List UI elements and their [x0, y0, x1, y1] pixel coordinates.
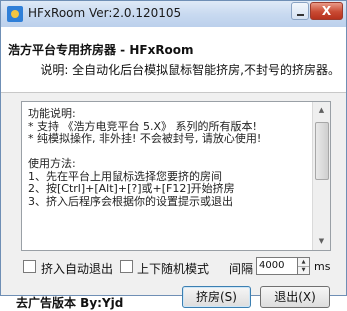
auto-exit-checkbox[interactable]	[23, 260, 36, 273]
interval-unit-label: ms	[314, 260, 331, 273]
info-text-line: * 纯模拟操作, 非外挂! 不会被封号, 请放心使用!	[28, 132, 262, 145]
info-text-line: 功能说明:	[28, 107, 76, 120]
header-title: 浩方平台专用挤房器 - HFxRoom	[8, 43, 194, 57]
info-text: 功能说明: * 支持 《浩方电竞平台 5.X》 系列的所有版本! * 纯模拟操作, …	[28, 107, 310, 208]
scroll-up-arrow-icon[interactable]: ▲	[313, 102, 330, 119]
info-text-line: 使用方法:	[28, 157, 76, 170]
exit-button[interactable]: 退出(X)	[260, 286, 330, 308]
squeeze-room-button[interactable]: 挤房(S)	[182, 286, 251, 308]
app-window: HFxRoom Ver:2.0.120105 X 浩方平台专用挤房器 - HFx…	[0, 0, 347, 310]
vertical-scrollbar[interactable]: ▲ ▼	[312, 102, 330, 250]
close-icon: X	[321, 4, 332, 18]
random-mode-label[interactable]: 上下随机模式	[137, 260, 209, 277]
info-text-line: 3、挤入后程序会根据你的设置提示或退出	[28, 194, 233, 208]
close-button[interactable]: X	[310, 2, 343, 20]
ad-free-label: 去广告版本 By:Yjd	[16, 296, 124, 310]
interval-spinner[interactable]: ▲ ▼	[298, 257, 310, 275]
minimize-icon	[297, 14, 304, 16]
interval-input[interactable]: 4000	[256, 257, 298, 275]
header-panel: 浩方平台专用挤房器 - HFxRoom 说明: 全自动化后台模拟鼠标智能挤房,不…	[1, 27, 346, 93]
info-textarea[interactable]: 功能说明: * 支持 《浩方电竞平台 5.X》 系列的所有版本! * 纯模拟操作, …	[21, 101, 331, 251]
info-text-line: 2、按[Ctrl]+[Alt]+[?]或+[F12]开始挤房	[28, 182, 235, 195]
auto-exit-label[interactable]: 挤入自动退出	[41, 260, 113, 277]
main-body: 功能说明: * 支持 《浩方电竞平台 5.X》 系列的所有版本! * 纯模拟操作, …	[1, 93, 346, 310]
random-mode-checkbox[interactable]	[120, 260, 133, 273]
options-row: 挤入自动退出 上下随机模式 间隔 4000 ▲ ▼ ms	[1, 257, 346, 277]
minimize-button[interactable]	[291, 2, 309, 20]
scroll-down-arrow-icon[interactable]: ▼	[313, 233, 330, 250]
title-bar[interactable]: HFxRoom Ver:2.0.120105 X	[1, 1, 346, 27]
spin-down-icon[interactable]: ▼	[298, 266, 309, 274]
interval-label: 间隔	[229, 262, 254, 276]
window-title: HFxRoom Ver:2.0.120105	[28, 6, 182, 20]
app-icon	[7, 6, 23, 22]
header-description: 说明: 全自动化后台模拟鼠标智能挤房,不封号的挤房器。	[40, 63, 340, 77]
scroll-thumb[interactable]	[315, 122, 329, 180]
